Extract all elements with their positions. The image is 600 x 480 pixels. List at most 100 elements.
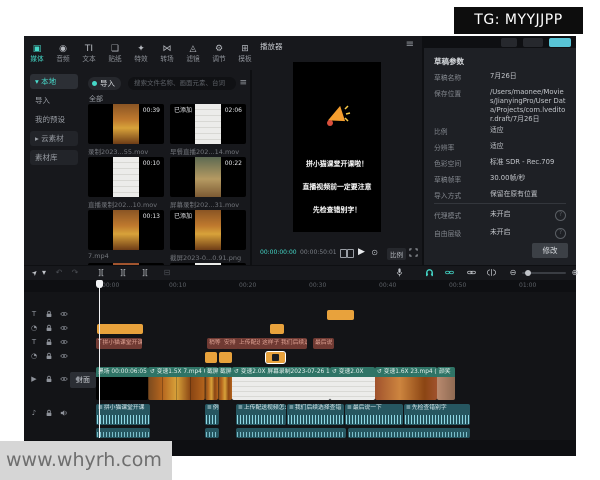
lock-icon[interactable] [43,350,55,362]
timeline-ruler[interactable]: 00:0000:1000:2000:3000:4000:5001:00 [88,280,576,292]
sticker-clip[interactable] [266,352,285,363]
play-button[interactable]: ▶ [358,247,365,257]
media-item[interactable]: 00:137.mp4 [88,210,164,263]
voice-clip[interactable]: ≣先检查错别字 [404,404,470,425]
text-clip[interactable]: 我们后续选择 [279,338,307,349]
sticker-icon[interactable]: ◔ [28,322,40,334]
modify-button[interactable]: 修改 [532,243,568,258]
nav-item-滤镜[interactable]: ◬滤镜 [180,44,206,63]
sidebar-item-我的预设[interactable]: 我的预设 [30,112,78,127]
nav-item-媒体[interactable]: ▣媒体 [24,44,50,63]
music-icon[interactable]: ♪ [28,407,40,419]
lock-icon[interactable] [43,407,55,419]
window-chip-button[interactable] [501,38,517,47]
text-clip[interactable]: 最后说 [313,338,334,349]
video-clip[interactable]: ↺ 变速1.5X 7.mp4 00:0 [148,367,205,400]
split-icon[interactable]: ][ [94,267,108,279]
sidebar-item-本地[interactable]: ▾ 本地 [30,74,78,89]
nav-item-调节[interactable]: ⚙调节 [206,44,232,63]
video-preview[interactable]: 拼小猫课堂开课啦！ 直播视频前一定要注意 先检查错别字！ [293,62,381,232]
voice-clip[interactable]: ≣上传配送视频怎么 [236,404,286,425]
nav-item-文本[interactable]: TI文本 [76,44,102,63]
search-input[interactable] [128,77,236,90]
nav-item-音频[interactable]: ◉音频 [50,44,76,63]
audio-clip[interactable] [348,428,470,438]
lock-icon[interactable] [43,322,55,334]
voice-clip[interactable]: ≣我们后续选择查错 [287,404,344,425]
eye-icon[interactable] [58,308,70,320]
video-clip[interactable]: 截屏2 [218,367,232,400]
voice-clip[interactable]: ≣例如 [205,404,219,425]
mic-icon[interactable] [392,267,406,279]
media-item[interactable] [170,263,246,265]
media-item[interactable]: 00:10直播录制202...10.mov [88,157,164,210]
media-item[interactable]: 00:22屏幕录制202...31.mov [170,157,246,210]
mark-out-icon[interactable]: ][ [138,267,152,279]
speaker-icon[interactable] [73,373,85,385]
help-icon[interactable]: ? [555,210,566,221]
audio-clip[interactable] [96,428,150,438]
ruler-label: 00:50 [449,282,466,289]
player-menu-icon[interactable]: ≡ [406,39,414,50]
playhead[interactable] [99,280,100,438]
frame-step-icon[interactable] [340,249,353,257]
ratio-button[interactable]: 比例 [387,248,406,260]
sticker-clip[interactable] [219,352,232,363]
sticker-clip[interactable] [205,352,217,363]
magnet-icon[interactable] [422,267,436,279]
media-item[interactable]: 02:06已添加早餐直播202...14.mov [170,104,246,157]
lock-icon[interactable] [43,336,55,348]
eye-icon[interactable] [58,350,70,362]
audio-clip[interactable] [205,428,219,438]
chevron-down-icon[interactable]: ▾ [37,267,51,279]
video-clip[interactable]: 截屏2 [205,367,218,400]
list-view-icon[interactable]: ≡ [239,77,247,90]
video-clip[interactable]: ↺ 变速2.0X [330,367,375,400]
sticker-icon[interactable]: ◔ [28,350,40,362]
voice-clip[interactable]: ≣拼小猫课堂开课 [96,404,150,425]
mark-in-icon[interactable]: ][ [116,267,130,279]
video-icon[interactable]: ▶ [28,373,40,385]
eye-icon[interactable] [58,322,70,334]
nav-item-贴纸[interactable]: ❏贴纸 [102,44,128,63]
overlay-clip[interactable] [270,324,284,334]
video-clip[interactable]: ↺ 变速2.0X 屏幕录制2023-07-26 16.1 [232,367,330,400]
overlay-clip[interactable] [97,324,143,334]
preview-split-icon[interactable] [484,267,498,279]
media-item[interactable]: 已添加截屏2023-0...0.91.png [170,210,246,263]
zoom-out-icon[interactable]: ⊖ [506,267,520,279]
overlay-clip[interactable]: 变速2倍 [327,310,354,320]
video-clip[interactable]: ↺ 变速1.6X 23.mp4 ( [375,367,437,400]
sidebar-item-素材库[interactable]: 素材库 [30,150,78,165]
eye-icon[interactable] [58,373,70,385]
sidebar-item-云素材[interactable]: ▸ 云素材 [30,131,78,146]
import-button[interactable]: 导入 [88,77,121,90]
export-button[interactable] [549,38,571,47]
text-icon[interactable]: T [28,336,40,348]
eye-icon[interactable] [58,336,70,348]
video-clip[interactable]: 黑场 00:00:06:05 [96,367,148,400]
speaker-icon[interactable] [58,407,70,419]
snapshot-icon[interactable]: ⊙ [371,248,378,257]
lock-icon[interactable] [43,308,55,320]
window-chip-button[interactable] [523,38,543,47]
chain-icon[interactable] [464,267,478,279]
media-item[interactable] [88,263,164,265]
text-icon[interactable]: T [28,308,40,320]
media-item[interactable]: 00:39录制2023...55.mov [88,104,164,157]
sidebar-item-导入[interactable]: 导入 [30,93,78,108]
media-filter-all[interactable]: 全部 [89,94,103,104]
linkage-icon[interactable] [442,267,456,279]
fullscreen-icon[interactable] [409,248,418,257]
param-value: /Users/maonee/Movies/JianyingPro/User Da… [490,88,566,120]
lock-icon[interactable] [43,373,55,385]
audio-clip[interactable] [236,428,346,438]
text-clip[interactable]: T拼小猫课堂开课 [96,338,142,349]
help-icon[interactable]: ? [555,228,566,239]
zoom-in-icon[interactable]: ⊕ [568,267,582,279]
nav-item-转场[interactable]: ⋈转场 [154,44,180,63]
nav-item-特效[interactable]: ✦特效 [128,44,154,63]
video-clip[interactable]: 颜笑 [437,367,455,400]
timeline-zoom-slider[interactable] [522,272,566,274]
voice-clip[interactable]: ≣最后说一下 [345,404,403,425]
